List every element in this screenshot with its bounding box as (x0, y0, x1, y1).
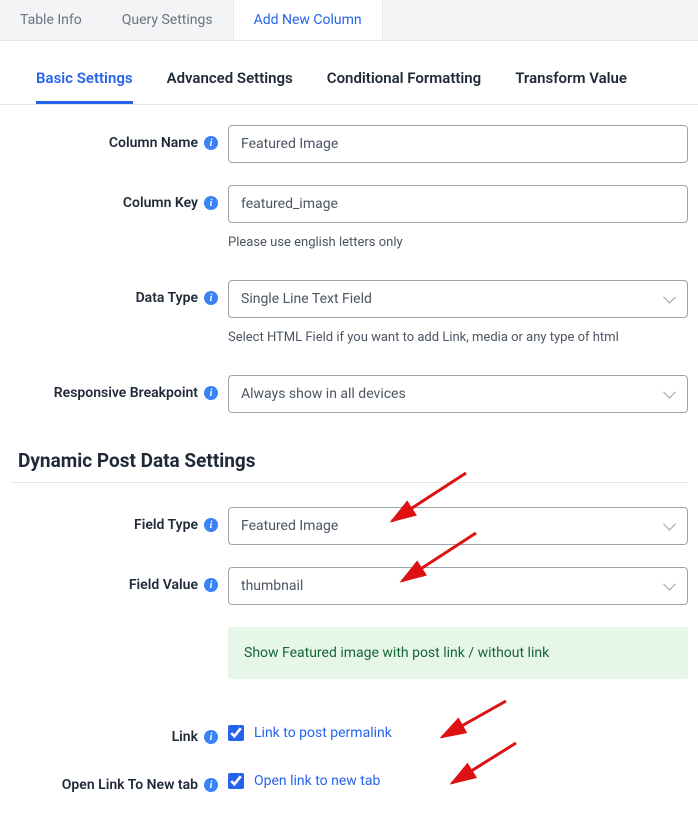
link-checkbox[interactable] (228, 725, 244, 741)
link-label: Link (172, 729, 198, 745)
breakpoint-select[interactable]: Always show in all devices (228, 375, 688, 413)
column-key-label: Column Key (123, 195, 198, 211)
info-icon[interactable]: i (204, 578, 218, 592)
data-type-label: Data Type (136, 290, 198, 306)
dynamic-section-title: Dynamic Post Data Settings (10, 435, 688, 483)
info-icon[interactable]: i (204, 778, 218, 792)
info-icon[interactable]: i (204, 196, 218, 210)
info-icon[interactable]: i (204, 518, 218, 532)
info-icon[interactable]: i (204, 136, 218, 150)
breakpoint-label: Responsive Breakpoint (54, 385, 198, 401)
new-tab-checkbox-label: Open link to new tab (254, 773, 380, 789)
info-icon[interactable]: i (204, 291, 218, 305)
data-type-hint: Select HTML Field if you want to add Lin… (228, 330, 688, 345)
tab-table-info[interactable]: Table Info (0, 0, 102, 40)
field-type-select[interactable]: Featured Image (228, 507, 688, 545)
tab-add-new-column[interactable]: Add New Column (233, 0, 383, 40)
column-name-input[interactable] (228, 125, 688, 163)
column-name-label: Column Name (109, 135, 198, 151)
subtab-conditional-formatting[interactable]: Conditional Formatting (327, 69, 481, 104)
field-value-label: Field Value (129, 577, 198, 593)
data-type-select[interactable]: Single Line Text Field (228, 280, 688, 318)
field-type-label: Field Type (134, 517, 198, 533)
sub-tabs: Basic Settings Advanced Settings Conditi… (0, 41, 698, 105)
column-key-input[interactable] (228, 185, 688, 223)
field-value-select[interactable]: thumbnail (228, 567, 688, 605)
form-area: Column Name i Column Key i Please use en… (0, 105, 698, 835)
info-icon[interactable]: i (204, 730, 218, 744)
info-banner: Show Featured image with post link / wit… (228, 627, 688, 679)
subtab-advanced-settings[interactable]: Advanced Settings (167, 69, 293, 104)
subtab-basic-settings[interactable]: Basic Settings (36, 69, 133, 104)
new-tab-label: Open Link To New tab (62, 777, 198, 793)
column-key-hint: Please use english letters only (228, 235, 688, 250)
tab-query-settings[interactable]: Query Settings (102, 0, 233, 40)
info-icon[interactable]: i (204, 386, 218, 400)
link-checkbox-label: Link to post permalink (254, 725, 392, 741)
top-tabs: Table Info Query Settings Add New Column (0, 0, 698, 41)
subtab-transform-value[interactable]: Transform Value (515, 69, 627, 104)
new-tab-checkbox[interactable] (228, 773, 244, 789)
